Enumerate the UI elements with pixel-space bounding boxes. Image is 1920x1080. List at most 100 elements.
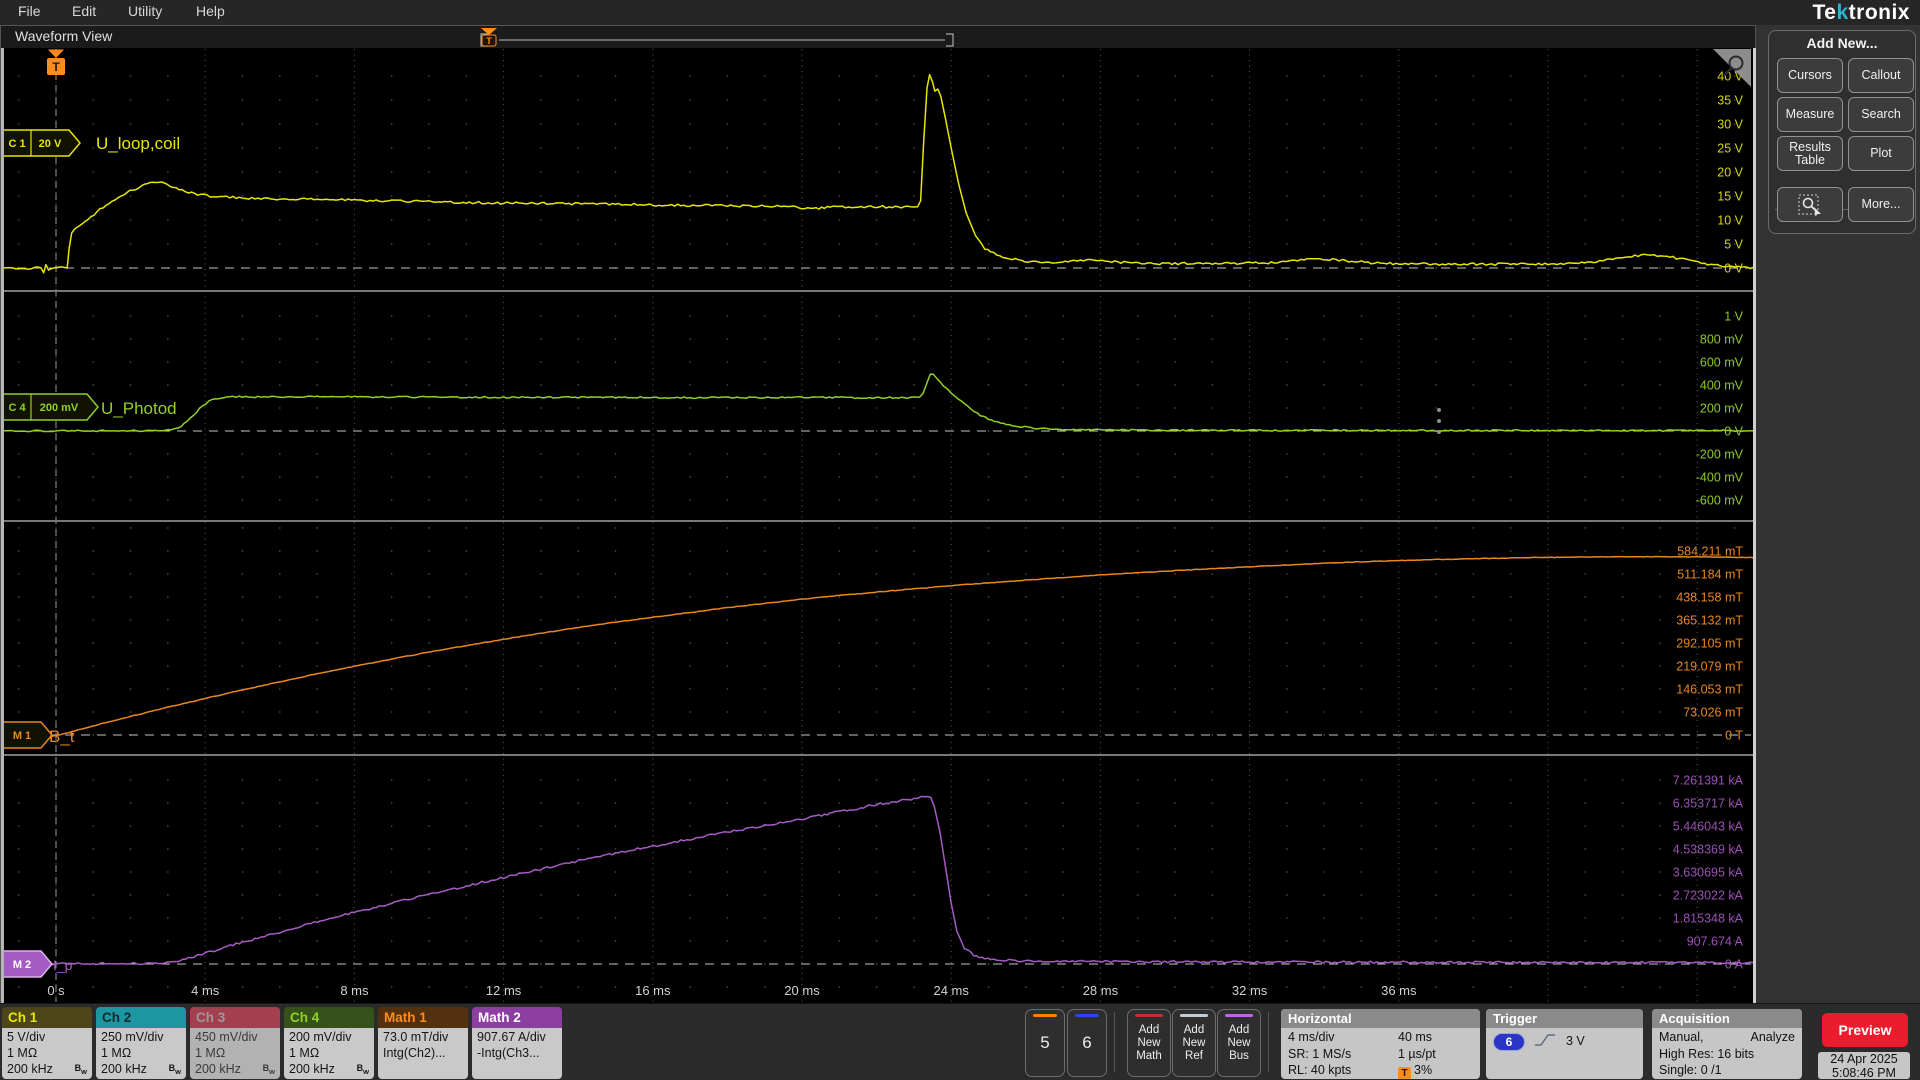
acquisition-analyze: Analyze [1750,1030,1795,1044]
add-new-bus-button[interactable]: Add New Bus [1217,1009,1261,1077]
axis-labels-math2: 7.261391 kA 6.353717 kA 5.446043 kA 4.53836… [1673,773,1744,971]
channel-badge-math2[interactable]: Math 2 907.67 A/div-Intg(Ch3... Bw [472,1007,562,1079]
svg-text:4 ms: 4 ms [191,983,220,998]
add-new-ref-button[interactable]: Add New Ref [1172,1009,1216,1077]
menu-utility[interactable]: Utility [128,3,162,19]
channel-badge-ch1[interactable]: Ch 1 5 V/div 1 MΩ 200 kHz Bw [2,1007,92,1079]
add-search-button[interactable]: Search [1848,97,1914,132]
channel-badge-header: Ch 3 [190,1007,280,1028]
position-badge-math2[interactable]: M 2 [2,950,53,978]
trigger-panel[interactable]: Trigger 6 3 V [1486,1009,1643,1079]
time-label: 5:08:46 PM [1832,1065,1896,1080]
svg-text:3.630695 kA: 3.630695 kA [1673,865,1744,879]
svg-text:4.538369 kA: 4.538369 kA [1673,842,1744,856]
channel-badge-header: Ch 2 [96,1007,186,1028]
preview-button[interactable]: Preview [1822,1013,1908,1047]
acquisition-single-count: Single: 0 /1 [1659,1063,1722,1077]
svg-text:5 V: 5 V [1724,238,1743,252]
svg-text:35 V: 35 V [1717,94,1743,108]
trace-math1[interactable] [3,555,1754,737]
horizontal-panel-title: Horizontal [1281,1009,1480,1028]
bandwidth-limit-icon: Bw [74,1063,87,1076]
channel-5-button[interactable]: 5 [1025,1009,1065,1077]
waveform-plot[interactable]: 40 V35 V30 V25 V20 V15 V10 V5 V0 V1 V800… [1,48,1755,1004]
add-results-table-button[interactable]: Results Table [1777,136,1843,171]
trigger-source-badge: 6 [1493,1032,1525,1051]
channel-badge-body: 450 mV/div 1 MΩ 200 kHz Bw [190,1028,280,1079]
svg-text:T: T [52,60,60,74]
channel-badge-ch4[interactable]: Ch 4 200 mV/div 1 MΩ 200 kHz Bw [284,1007,374,1079]
svg-text:146.053 mT: 146.053 mT [1676,682,1743,696]
trace-label-ch1[interactable]: U_loop,coil [96,134,180,153]
zoom-select-icon [1798,194,1821,216]
svg-text:M 2: M 2 [13,959,31,971]
horizontal-panel[interactable]: Horizontal 4 ms/div 40 ms SR: 1 MS/s 1 µs/… [1281,1009,1480,1079]
channel-5-color-stripe [1033,1014,1057,1017]
bandwidth-limit-icon: Bw [262,1063,275,1076]
svg-text:0 V: 0 V [1724,262,1743,276]
add-callout-button[interactable]: Callout [1848,58,1914,93]
plot-right-edge-handle[interactable] [1753,48,1756,1003]
svg-text:0 s: 0 s [47,983,65,998]
horizontal-overview-bar[interactable]: T [1,26,1755,48]
channel-badge-body: 73.0 mT/divIntg(Ch2)... Bw [378,1028,468,1079]
trace-label-math2[interactable]: I_p [53,957,73,973]
svg-text:800 mV: 800 mV [1700,333,1744,347]
math-color-stripe [1135,1014,1163,1017]
svg-text:30 V: 30 V [1717,118,1743,132]
svg-text:C 4: C 4 [8,402,26,414]
channel-badge-ch2[interactable]: Ch 2 250 mV/div 1 MΩ 200 kHz Bw [96,1007,186,1079]
position-badge-ch4[interactable]: C 4 200 mV [2,393,99,421]
svg-text:32 ms: 32 ms [1232,983,1268,998]
trigger-flag[interactable]: T [47,49,65,76]
svg-text:7.261391 kA: 7.261391 kA [1673,773,1744,787]
position-badge-ch1[interactable]: C 1 20 V [2,129,81,157]
svg-text:8 ms: 8 ms [340,983,369,998]
axis-labels-ch1: 40 V35 V30 V25 V20 V15 V10 V5 V0 V [1717,70,1743,276]
acquisition-panel[interactable]: Acquisition Manual, Analyze High Res: 16 … [1652,1009,1802,1079]
trace-ch4[interactable] [3,373,1754,433]
add-cursors-button[interactable]: Cursors [1777,58,1843,93]
zoom-select-button[interactable] [1777,187,1843,222]
svg-text:0 V: 0 V [1724,425,1743,439]
position-badge-math1[interactable]: M 1 [2,721,53,749]
svg-text:15 V: 15 V [1717,190,1743,204]
svg-text:400 mV: 400 mV [1700,379,1744,393]
datetime-display: 24 Apr 2025 5:08:46 PM [1818,1052,1910,1079]
menu-edit[interactable]: Edit [72,3,96,19]
svg-text:10 V: 10 V [1717,214,1743,228]
svg-text:219.079 mT: 219.079 mT [1676,659,1743,673]
svg-text:365.132 mT: 365.132 mT [1676,613,1743,627]
trace-ch1[interactable] [3,73,1754,274]
trace-label-math1[interactable]: B_t [49,727,75,746]
menu-help[interactable]: Help [196,3,225,19]
add-measure-button[interactable]: Measure [1777,97,1843,132]
svg-text:M 1: M 1 [13,730,31,742]
more-button[interactable]: More... [1848,187,1914,222]
tektronix-logo: Tektronix [1812,1,1910,24]
trace-label-ch4[interactable]: U_Photod [101,399,177,418]
channel-badge-ch3[interactable]: Ch 3 450 mV/div 1 MΩ 200 kHz Bw [190,1007,280,1079]
overview-trigger-t: T [486,36,492,46]
separator [1114,1012,1115,1072]
add-plot-button[interactable]: Plot [1848,136,1914,171]
svg-text:-600 mV: -600 mV [1696,494,1744,508]
svg-text:907.674 A: 907.674 A [1687,934,1744,948]
bus-color-stripe [1225,1014,1253,1017]
channel-badge-body: 200 mV/div 1 MΩ 200 kHz Bw [284,1028,374,1079]
svg-text:28 ms: 28 ms [1083,983,1119,998]
menu-file[interactable]: File [18,3,41,19]
date-label: 24 Apr 2025 [1830,1052,1898,1066]
trace-math2[interactable] [3,795,1754,966]
channel-badge-math1[interactable]: Math 1 73.0 mT/divIntg(Ch2)... Bw [378,1007,468,1079]
channel-badge-header: Math 1 [378,1007,468,1028]
oscilloscope-app: File Edit Utility Help Tektronix Wavefor… [0,0,1920,1080]
add-new-math-button[interactable]: Add New Math [1127,1009,1171,1077]
channel-6-button[interactable]: 6 [1067,1009,1107,1077]
plot-left-edge-handle[interactable] [1,48,4,1003]
trigger-position: T 3% [1398,1062,1432,1079]
svg-text:6.353717 kA: 6.353717 kA [1673,796,1744,810]
svg-text:25 V: 25 V [1717,142,1743,156]
waveform-view-window: Waveform View T 40 V 35 V 30 V 25 V 20 V 15 V… [0,25,1756,1004]
acquisition-mode: Manual, [1659,1030,1704,1044]
